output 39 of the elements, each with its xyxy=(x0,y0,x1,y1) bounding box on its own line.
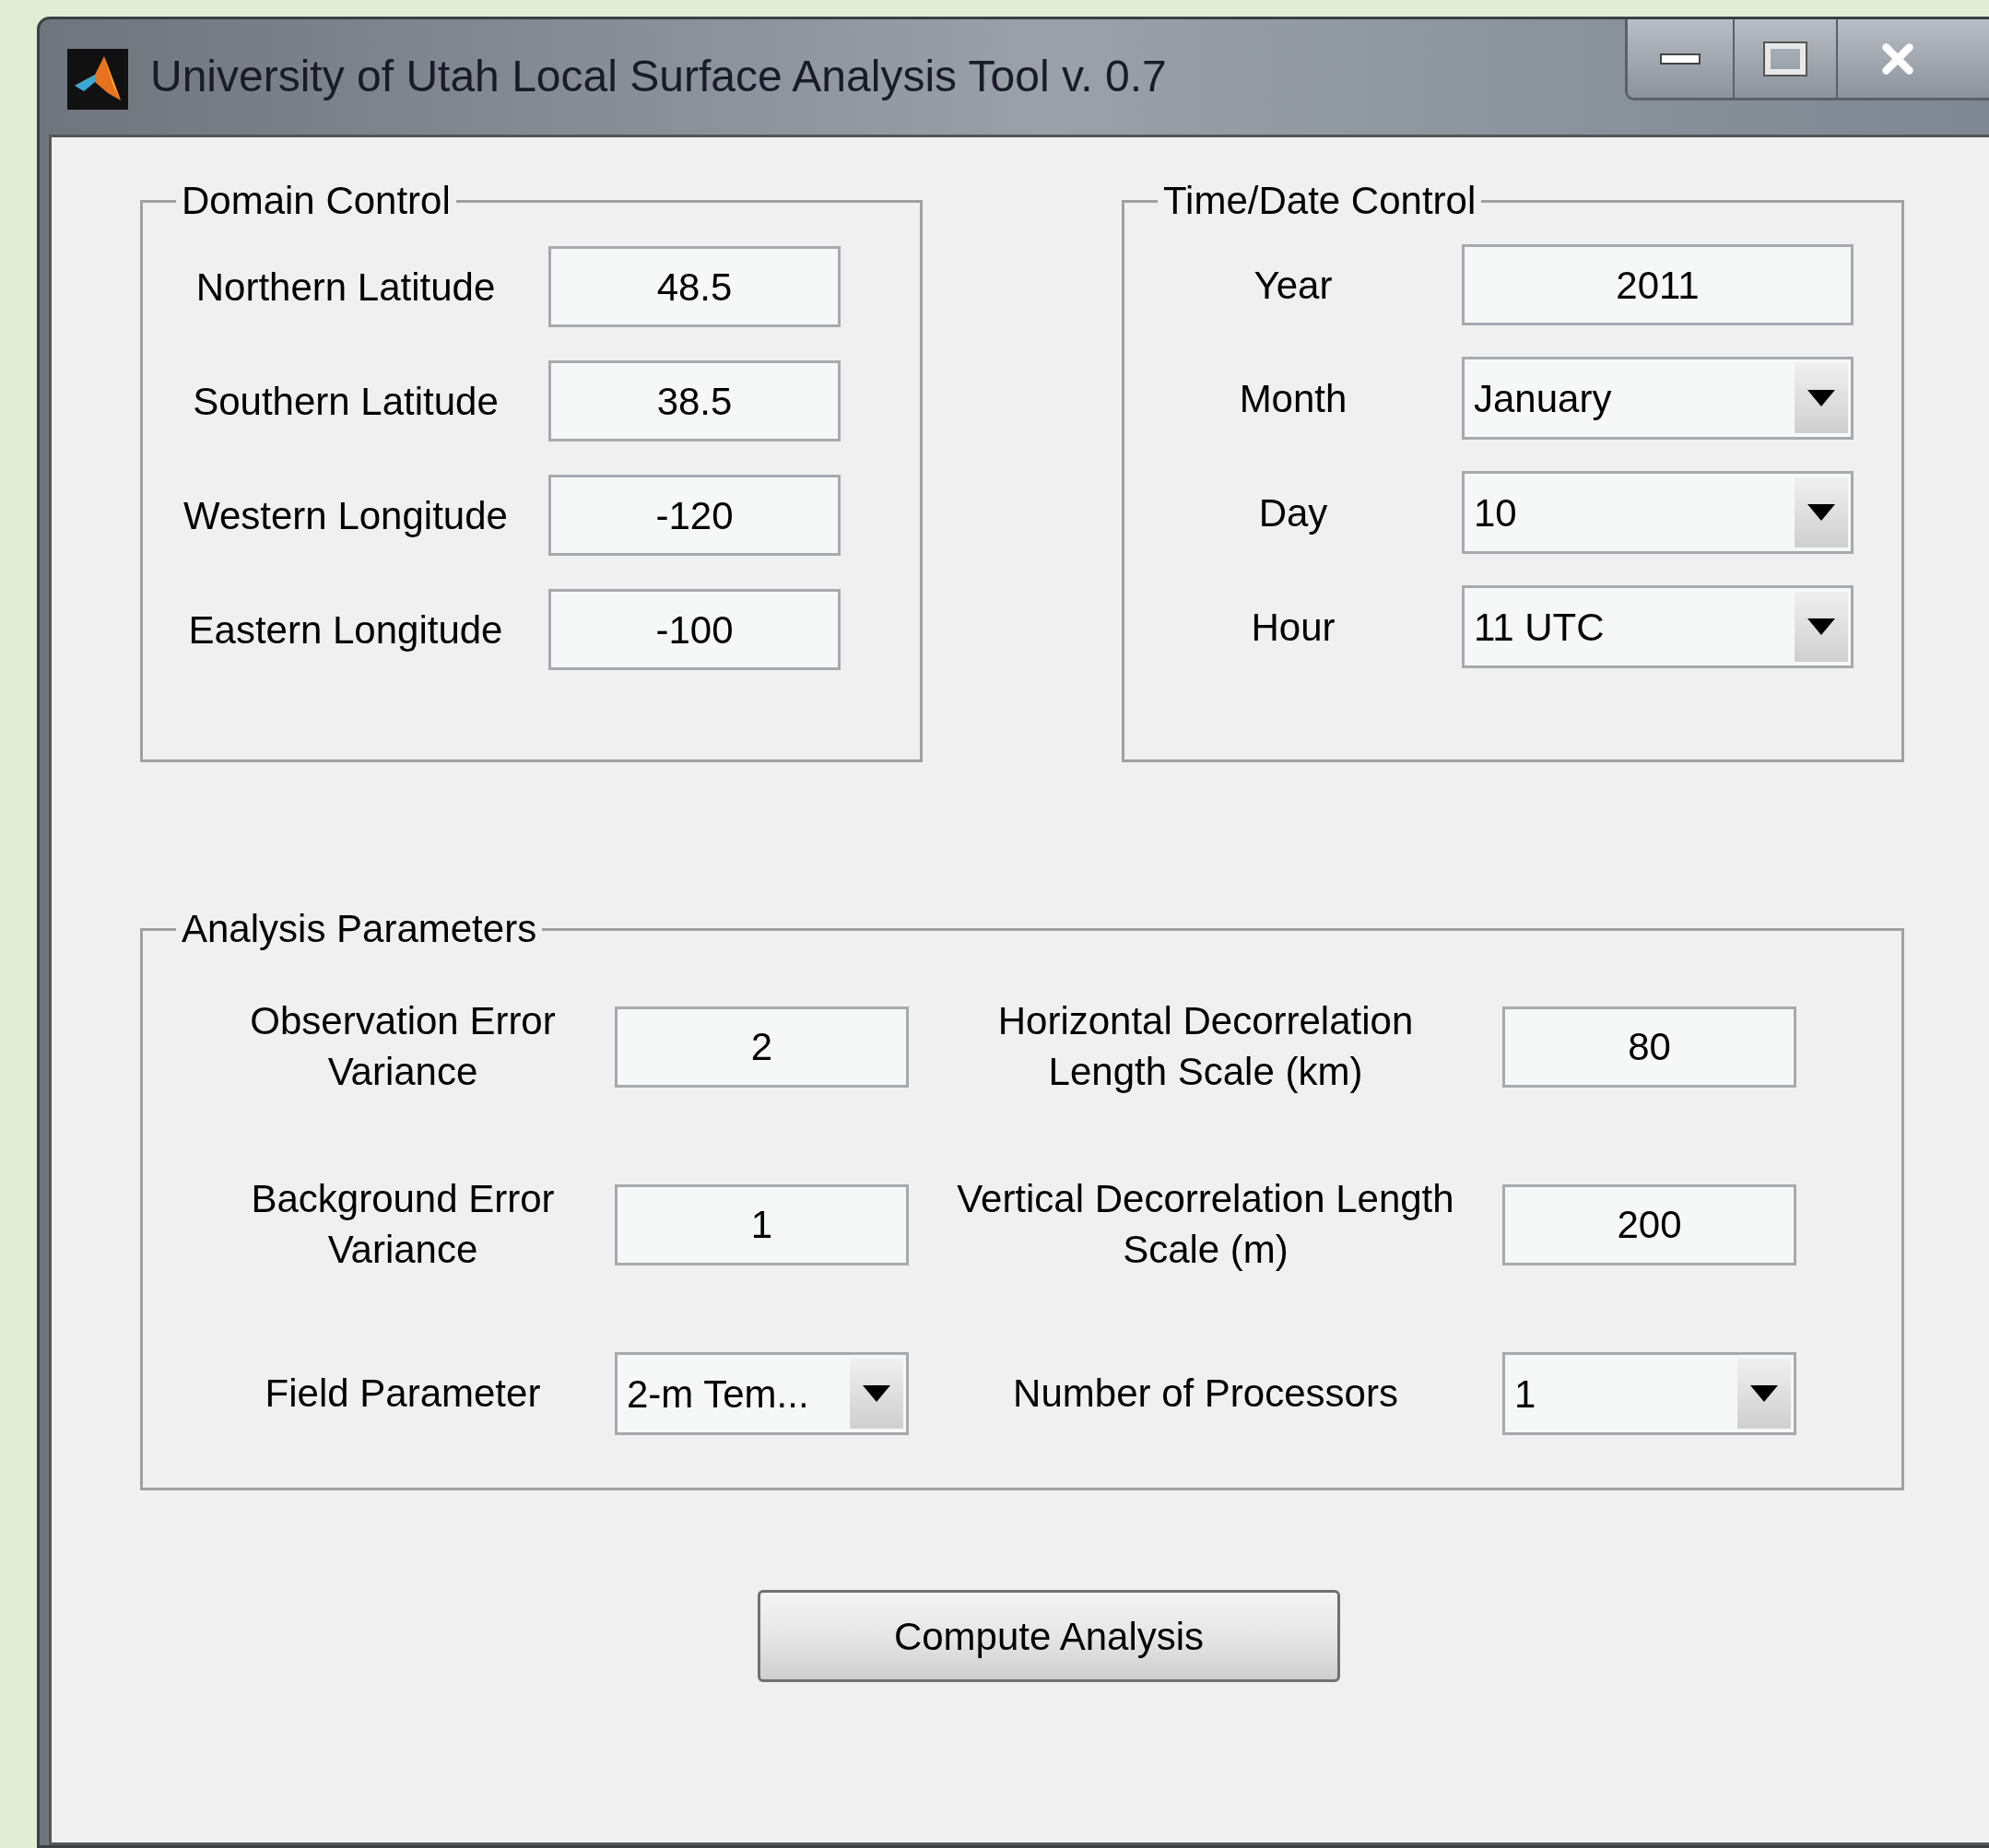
field-label: Observation Error Variance xyxy=(249,998,557,1095)
dropdown[interactable]: 10 xyxy=(1462,471,1854,554)
dropdown[interactable]: 1 xyxy=(1502,1352,1796,1436)
group-title: Time/Date Control xyxy=(1162,182,1477,220)
minimize-button[interactable] xyxy=(1628,19,1735,98)
dropdown[interactable]: 11 UTC xyxy=(1462,585,1854,668)
field-label: Day xyxy=(1257,489,1329,536)
text-field[interactable]: 1 xyxy=(615,1183,909,1265)
text-field[interactable]: 2 xyxy=(615,1006,909,1088)
text-field[interactable]: -100 xyxy=(548,589,841,670)
text-field[interactable]: 200 xyxy=(1502,1183,1796,1265)
field-label: Year xyxy=(1253,262,1334,309)
field-label: Southern Latitude xyxy=(192,378,500,425)
field-label: Horizontal Decorrelation Length Scale (km) xyxy=(996,998,1415,1095)
compute-analysis-button[interactable]: Compute Analysis xyxy=(758,1590,1340,1682)
text-field[interactable]: 2011 xyxy=(1462,244,1854,325)
text-field[interactable]: -120 xyxy=(548,475,841,556)
group-title: Domain Control xyxy=(181,182,452,220)
app-logo-icon xyxy=(67,49,128,110)
maximize-icon xyxy=(1765,42,1806,75)
field-label: Field Parameter xyxy=(265,1371,541,1418)
field-label: Number of Processors xyxy=(1013,1371,1398,1418)
close-button[interactable] xyxy=(1838,19,1989,98)
dropdown[interactable]: 2-m Tem... xyxy=(615,1352,909,1436)
dropdown[interactable]: January xyxy=(1462,357,1854,440)
field-label: Western Longitude xyxy=(182,492,509,539)
field-label: Eastern Longitude xyxy=(187,606,504,653)
field-label: Hour xyxy=(1250,604,1336,651)
text-field[interactable]: 48.5 xyxy=(548,246,841,327)
text-field[interactable]: 80 xyxy=(1502,1006,1796,1088)
minimize-icon xyxy=(1660,53,1701,65)
maximize-button[interactable] xyxy=(1735,19,1838,98)
field-label: Northern Latitude xyxy=(194,264,497,311)
field-label: Background Error Variance xyxy=(250,1176,556,1273)
field-label: Month xyxy=(1238,375,1348,422)
window-title: University of Utah Local Surface Analysis Tool v. 0.7 xyxy=(150,54,1167,99)
group-title: Analysis Parameters xyxy=(181,910,538,948)
field-label: Vertical Decorrelation Length Scale (m) xyxy=(957,1176,1454,1273)
text-field[interactable]: 38.5 xyxy=(548,360,841,441)
